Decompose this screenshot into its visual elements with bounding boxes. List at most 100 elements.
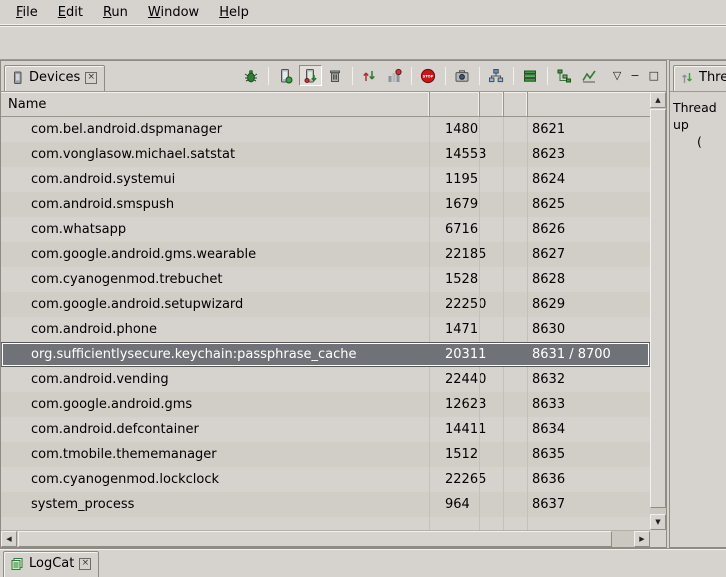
update-heap-button[interactable] bbox=[274, 65, 297, 86]
gc-trash-icon bbox=[327, 68, 343, 84]
screen-capture-button[interactable] bbox=[451, 65, 474, 86]
menu-window[interactable]: Window bbox=[138, 2, 209, 23]
scroll-up-icon[interactable]: ▲ bbox=[650, 92, 666, 108]
process-pid: 1528 bbox=[430, 272, 480, 287]
tab-logcat-label: LogCat bbox=[29, 556, 74, 571]
tab-devices-label: Devices bbox=[29, 70, 80, 85]
menu-run[interactable]: Run bbox=[93, 2, 138, 23]
tab-devices-close-icon[interactable]: × bbox=[85, 72, 97, 84]
device-row[interactable]: com.google.android.gms12623 8633 bbox=[1, 392, 650, 417]
process-pid: 22265 bbox=[430, 472, 480, 487]
device-table-body: com.bel.android.dspmanager14808621com.vo… bbox=[1, 117, 650, 530]
device-row[interactable]: com.cyanogenmod.lockclock222658636 bbox=[1, 467, 650, 492]
process-name: com.android.phone bbox=[1, 322, 430, 337]
process-name: com.tmobile.thememanager bbox=[1, 447, 430, 462]
debug-process-button[interactable] bbox=[240, 65, 263, 86]
threads-tab-icon bbox=[680, 71, 694, 85]
column-header-port[interactable] bbox=[528, 92, 650, 116]
update-threads-icon bbox=[361, 68, 377, 84]
device-row[interactable]: com.google.android.setupwizard222508629 bbox=[1, 292, 650, 317]
scroll-down-icon[interactable]: ▼ bbox=[650, 514, 666, 530]
menu-edit[interactable]: Edit bbox=[48, 2, 93, 23]
cause-gc-button[interactable] bbox=[324, 65, 347, 86]
process-port: 8626 bbox=[528, 222, 650, 237]
process-name: org.sufficientlysecure.keychain:passphra… bbox=[1, 347, 430, 362]
device-row[interactable]: com.bel.android.dspmanager14808621 bbox=[1, 117, 650, 142]
network-stats-icon bbox=[581, 68, 597, 84]
column-header-name[interactable]: Name bbox=[1, 92, 430, 116]
process-port: 8634 bbox=[528, 422, 650, 437]
stop-process-button[interactable]: STOP bbox=[417, 65, 440, 86]
process-pid: 22250 bbox=[430, 297, 480, 312]
tab-threads[interactable]: Threads bbox=[673, 65, 726, 91]
process-name: com.cyanogenmod.lockclock bbox=[1, 472, 430, 487]
device-row[interactable]: system_process964 8637 bbox=[1, 492, 650, 517]
toolbar-separator bbox=[547, 67, 548, 85]
allocation-tracker-button[interactable] bbox=[519, 65, 542, 86]
vertical-scroll-thumb[interactable] bbox=[650, 109, 666, 508]
process-name: com.android.vending bbox=[1, 372, 430, 387]
device-row[interactable]: com.whatsapp67168626 bbox=[1, 217, 650, 242]
device-row[interactable]: com.android.smspush16798625 bbox=[1, 192, 650, 217]
minimize-icon[interactable]: − bbox=[630, 69, 639, 82]
logcat-bar: LogCat × bbox=[0, 548, 726, 577]
process-pid: 1480 bbox=[430, 122, 480, 137]
view-menu-icon[interactable]: ▽ bbox=[613, 69, 621, 82]
vertical-scroll-track[interactable] bbox=[650, 108, 666, 514]
horizontal-scrollbar[interactable]: ◀ ▶ bbox=[1, 530, 650, 547]
device-row[interactable]: com.google.android.gms.wearable221858627 bbox=[1, 242, 650, 267]
process-pid: 964 bbox=[430, 497, 480, 512]
menu-file[interactable]: File bbox=[6, 2, 48, 23]
horizontal-scroll-thumb[interactable] bbox=[18, 531, 612, 547]
tab-devices[interactable]: Devices × bbox=[4, 65, 105, 91]
process-port: 8624 bbox=[528, 172, 650, 187]
process-name: com.google.android.gms bbox=[1, 397, 430, 412]
device-row[interactable]: com.android.systemui11958624 bbox=[1, 167, 650, 192]
device-row[interactable]: org.sufficientlysecure.keychain:passphra… bbox=[1, 342, 650, 367]
update-threads-button[interactable] bbox=[358, 65, 381, 86]
process-port: 8632 bbox=[528, 372, 650, 387]
network-stats-button[interactable] bbox=[578, 65, 601, 86]
menu-bar: File Edit Run Window Help bbox=[0, 0, 726, 26]
menu-help[interactable]: Help bbox=[209, 2, 259, 23]
devices-panel: Devices × bbox=[0, 60, 667, 548]
toolbar-strip bbox=[0, 26, 726, 60]
tab-logcat[interactable]: LogCat × bbox=[3, 551, 99, 577]
vertical-scrollbar[interactable]: ▲ ▼ bbox=[650, 92, 666, 530]
device-row[interactable]: com.vonglasow.michael.satstat145538623 bbox=[1, 142, 650, 167]
process-name: com.android.defcontainer bbox=[1, 422, 430, 437]
device-row[interactable]: com.cyanogenmod.trebuchet1528 8628 bbox=[1, 267, 650, 292]
process-name: system_process bbox=[1, 497, 430, 512]
process-port: 8628 bbox=[528, 272, 650, 287]
hierarchy-view-button[interactable] bbox=[485, 65, 508, 86]
stop-icon: STOP bbox=[420, 68, 436, 84]
tab-threads-label: Threads bbox=[699, 70, 726, 85]
device-row[interactable]: com.android.phone14718630 bbox=[1, 317, 650, 342]
scroll-left-icon[interactable]: ◀ bbox=[1, 531, 17, 547]
devices-tab-icon bbox=[11, 71, 24, 85]
process-port: 8627 bbox=[528, 247, 650, 262]
column-header-blank1[interactable] bbox=[480, 92, 504, 116]
process-pid: 12623 bbox=[430, 397, 480, 412]
process-pid: 1471 bbox=[430, 322, 480, 337]
device-row[interactable]: com.tmobile.thememanager15128635 bbox=[1, 442, 650, 467]
device-row[interactable]: com.android.defcontainer144118634 bbox=[1, 417, 650, 442]
maximize-icon[interactable]: □ bbox=[649, 69, 659, 82]
column-header-pid[interactable] bbox=[430, 92, 480, 116]
process-port: 8637 bbox=[528, 497, 650, 512]
horizontal-scroll-track[interactable] bbox=[17, 531, 634, 547]
dump-hprof-button[interactable] bbox=[299, 65, 322, 86]
process-port: 8621 bbox=[528, 122, 650, 137]
device-row[interactable]: com.android.vending22440 8632 bbox=[1, 367, 650, 392]
column-header-blank2[interactable] bbox=[504, 92, 528, 116]
process-port: 8633 bbox=[528, 397, 650, 412]
process-name: com.android.systemui bbox=[1, 172, 430, 187]
scroll-right-icon[interactable]: ▶ bbox=[634, 531, 650, 547]
process-name: com.cyanogenmod.trebuchet bbox=[1, 272, 430, 287]
process-pid: 22440 bbox=[430, 372, 480, 387]
sysinfo-button[interactable] bbox=[553, 65, 576, 86]
tab-logcat-close-icon[interactable]: × bbox=[79, 558, 91, 570]
method-profiling-button[interactable] bbox=[383, 65, 406, 86]
process-name: com.whatsapp bbox=[1, 222, 430, 237]
process-port: 8631 / 8700 bbox=[528, 347, 650, 362]
